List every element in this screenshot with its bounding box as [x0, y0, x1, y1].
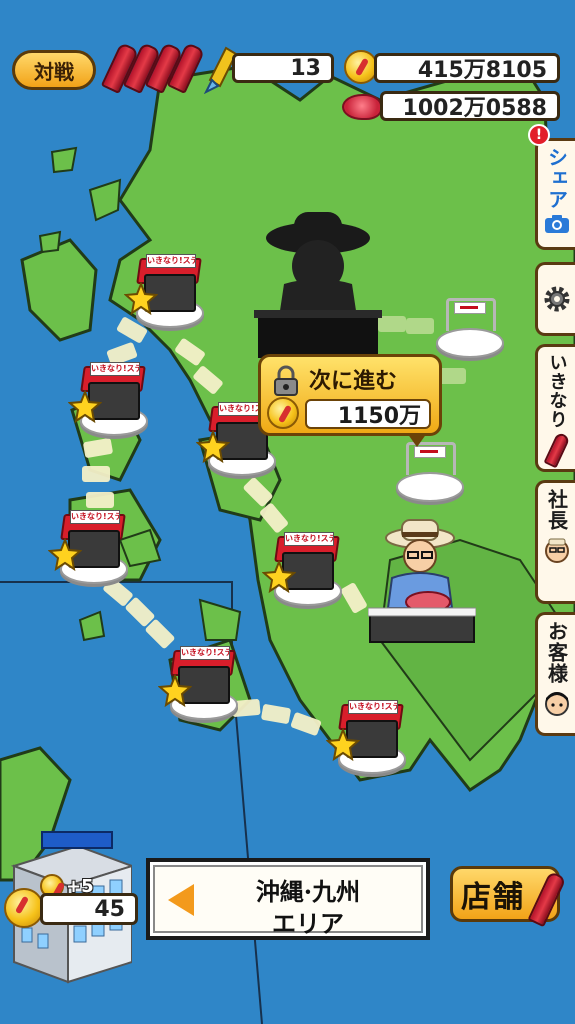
- president-label: 社長: [544, 489, 569, 531]
- statue-silhouette: [254, 212, 382, 358]
- customer-label: お客様: [544, 621, 569, 684]
- shop-node-2[interactable]: いきなり!ステーキ: [68, 360, 148, 436]
- shop-node-7[interactable]: いきなり!ステーキ: [326, 698, 406, 774]
- ikinari-tab[interactable]: いきなり: [535, 344, 575, 472]
- area-suffix: エリア: [272, 909, 344, 938]
- gear-icon: [544, 286, 569, 312]
- unlock-next-popup[interactable]: 次に進む 1150万: [258, 354, 442, 447]
- unlock-cost: 1150万: [305, 399, 431, 429]
- rocket-stock: [96, 40, 206, 96]
- coin-icon: [4, 888, 44, 928]
- customer-face-icon: [544, 692, 569, 716]
- settings-tab[interactable]: [535, 262, 575, 336]
- president-tab[interactable]: 社長: [535, 480, 575, 604]
- coin-icon: [267, 397, 299, 429]
- shop-sign: いきなり!ステーキ: [180, 646, 230, 660]
- area-name: 沖縄·九州: [255, 877, 361, 906]
- unlock-label: 次に進む: [309, 369, 398, 394]
- battle-button[interactable]: 対戦: [12, 50, 96, 90]
- customer-tab[interactable]: お客様: [535, 612, 575, 736]
- coin-counter: 415万8105: [374, 53, 560, 83]
- star-icon: [48, 538, 82, 572]
- star-icon: [196, 430, 230, 464]
- shop-sign: いきなり!ステーキ: [348, 700, 398, 714]
- coin-icon: [344, 50, 378, 84]
- star-icon: [262, 560, 296, 594]
- president-face-icon: [544, 538, 569, 563]
- shop-node-1[interactable]: いきなり!ステーキ: [124, 252, 204, 328]
- shop-node-locked-2[interactable]: [392, 426, 464, 502]
- star-icon: [326, 728, 360, 762]
- share-tab[interactable]: シェア: [535, 138, 575, 250]
- shop-sign: いきなり!ステーキ: [90, 362, 140, 376]
- shop-node-5[interactable]: いきなり!ステーキ: [262, 530, 342, 606]
- rocket-counter: 13: [232, 53, 334, 83]
- ikinari-label: いきなり: [546, 353, 568, 429]
- shop-sign: いきなり!ステーキ: [284, 532, 334, 546]
- notification-badge: !: [528, 124, 550, 146]
- meat-icon: [342, 94, 382, 120]
- shop-node-6[interactable]: いきなり!ステーキ: [158, 644, 238, 720]
- game-stage: いきなり!ステーキ いきなり!ステーキ いきなり!ステーキ いきなり!ステーキ …: [0, 0, 575, 1024]
- shop-node-locked-1[interactable]: [432, 282, 504, 358]
- share-label: シェア: [544, 147, 569, 210]
- lock-icon: [274, 365, 298, 396]
- star-icon: [68, 390, 102, 424]
- income-counter: 45: [40, 893, 138, 925]
- president-character: [368, 519, 476, 643]
- camera-icon: [544, 215, 569, 233]
- area-selector: 沖縄·九州 エリア: [146, 858, 430, 940]
- star-icon: [158, 674, 192, 708]
- star-icon: [124, 282, 158, 316]
- shop-sign: いきなり!ステーキ: [146, 254, 196, 268]
- shop-sign: いきなり!ステーキ: [70, 510, 120, 524]
- shop-button-label: 店舗: [461, 880, 525, 915]
- rocket-icon: [542, 431, 571, 469]
- meat-counter: 1002万0588: [380, 91, 560, 121]
- shop-node-4[interactable]: いきなり!ステーキ: [48, 508, 128, 584]
